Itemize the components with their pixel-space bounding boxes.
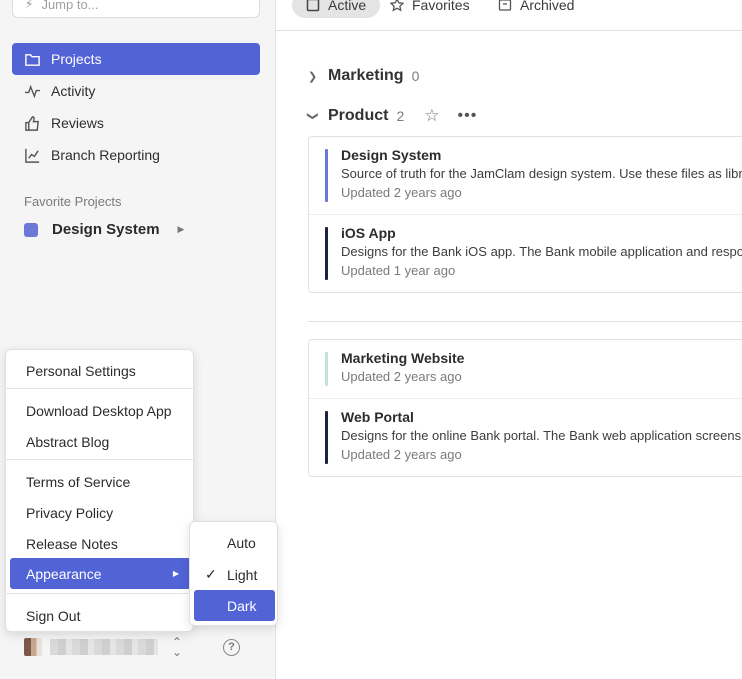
account-menu: Personal Settings Download Desktop App A…	[5, 349, 195, 632]
menu-item-download-desktop-app[interactable]: Download Desktop App	[6, 395, 195, 426]
menu-item-personal-settings[interactable]: Personal Settings	[6, 355, 195, 386]
sidebar-item-label: Activity	[51, 83, 96, 99]
tab-label: Favorites	[412, 0, 470, 13]
user-name-redacted	[50, 639, 158, 655]
option-label: Dark	[227, 597, 257, 614]
product-projects-card: Design System Source of truth for the Ja…	[308, 136, 742, 293]
appearance-option-light[interactable]: ✓ Light	[194, 559, 275, 590]
menu-item-terms-of-service[interactable]: Terms of Service	[6, 466, 195, 497]
project-updated: Updated 1 year ago	[341, 263, 456, 278]
tab-label: Active	[328, 0, 367, 13]
section-divider	[308, 321, 742, 322]
section-count: 2	[396, 108, 405, 124]
project-updated: Updated 2 years ago	[341, 369, 462, 384]
list-item[interactable]: Design System Source of truth for the Ja…	[309, 137, 742, 215]
sidebar-item-reviews[interactable]: Reviews	[12, 107, 260, 139]
other-projects-card: Marketing Website Updated 2 years ago We…	[308, 339, 742, 477]
user-account-switcher[interactable]: ⌃ ⌄ ?	[24, 636, 260, 658]
tab-favorites[interactable]: Favorites	[376, 0, 484, 18]
menu-separator	[6, 459, 195, 460]
project-color-swatch	[24, 222, 38, 237]
avatar	[24, 638, 42, 656]
folder-icon	[25, 53, 40, 66]
project-color-bar	[325, 227, 328, 280]
star-icon	[390, 0, 404, 12]
main-content: Active Favorites Archived ❯ Marketing 0 …	[276, 0, 742, 679]
menu-item-appearance[interactable]: Appearance ▶	[10, 558, 191, 589]
tab-archived[interactable]: Archived	[484, 0, 588, 18]
option-label: Auto	[227, 534, 256, 551]
project-updated: Updated 2 years ago	[341, 447, 462, 462]
sidebar-item-label: Projects	[51, 51, 102, 67]
project-description: Designs for the online Bank portal. The …	[341, 428, 742, 443]
tab-label: Archived	[520, 0, 575, 13]
chart-icon	[25, 148, 40, 163]
sidebar-nav: Projects Activity Reviews Branch Reporti…	[12, 43, 260, 171]
project-name: Design System	[341, 147, 442, 163]
chevron-up-down-icon[interactable]: ⌃ ⌄	[172, 636, 182, 658]
menu-item-privacy-policy[interactable]: Privacy Policy	[6, 497, 195, 528]
jump-to-input[interactable]	[41, 0, 232, 12]
menu-item-label: Appearance	[26, 565, 102, 582]
appearance-submenu: Auto ✓ Light Dark	[189, 521, 278, 626]
bolt-icon: ⚡︎	[25, 0, 34, 11]
section-count: 0	[411, 68, 420, 84]
caret-right-icon[interactable]: ▶	[178, 224, 185, 235]
sidebar-item-label: Branch Reporting	[51, 147, 160, 163]
archive-icon	[498, 0, 512, 11]
star-icon[interactable]: ☆	[424, 106, 439, 126]
sidebar-item-branch-reporting[interactable]: Branch Reporting	[12, 139, 260, 171]
square-icon	[306, 0, 320, 12]
project-name: iOS App	[341, 225, 396, 241]
appearance-option-dark[interactable]: Dark	[194, 590, 275, 621]
project-color-bar	[325, 352, 328, 386]
project-updated: Updated 2 years ago	[341, 185, 462, 200]
favorite-projects-heading: Favorite Projects	[24, 194, 122, 209]
project-color-bar	[325, 149, 328, 202]
project-tabs: Active Favorites Archived	[276, 0, 742, 31]
appearance-option-auto[interactable]: Auto	[194, 527, 275, 558]
project-description: Designs for the Bank iOS app. The Bank m…	[341, 244, 742, 259]
menu-item-sign-out[interactable]: Sign Out	[6, 600, 195, 631]
sidebar-item-projects[interactable]: Projects	[12, 43, 260, 75]
menu-separator	[6, 388, 195, 389]
project-name: Web Portal	[341, 409, 414, 425]
tab-active[interactable]: Active	[292, 0, 381, 18]
caret-right-icon: ▶	[172, 569, 179, 578]
sidebar-item-label: Reviews	[51, 115, 104, 131]
favorite-project-label: Design System	[52, 221, 160, 238]
list-item[interactable]: Web Portal Designs for the online Bank p…	[309, 399, 742, 476]
menu-separator	[6, 593, 195, 594]
more-options-icon[interactable]: •••	[458, 107, 478, 125]
menu-item-release-notes[interactable]: Release Notes	[6, 528, 195, 559]
section-marketing[interactable]: ❯ Marketing 0	[308, 67, 419, 85]
section-title: Product	[328, 107, 389, 124]
menu-item-abstract-blog[interactable]: Abstract Blog	[6, 426, 195, 457]
chevron-down-icon[interactable]: ❯	[307, 111, 320, 121]
sidebar-item-activity[interactable]: Activity	[12, 75, 260, 107]
list-item[interactable]: iOS App Designs for the Bank iOS app. Th…	[309, 215, 742, 292]
list-item[interactable]: Marketing Website Updated 2 years ago	[309, 340, 742, 399]
option-label: Light	[227, 566, 258, 583]
help-icon[interactable]: ?	[223, 638, 240, 656]
section-product[interactable]: ❯ Product 2 ☆ •••	[307, 106, 478, 126]
activity-icon	[24, 84, 41, 98]
project-name: Marketing Website	[341, 350, 465, 366]
project-description: Source of truth for the JamClam design s…	[341, 166, 742, 181]
thumbs-up-icon	[25, 115, 39, 131]
section-title: Marketing	[328, 67, 404, 84]
checkmark-icon: ✓	[205, 566, 217, 582]
project-color-bar	[325, 411, 328, 464]
jump-to-search[interactable]: ⚡︎	[12, 0, 260, 18]
chevron-right-icon[interactable]: ❯	[308, 70, 318, 83]
favorite-project-design-system[interactable]: Design System ▶	[24, 221, 184, 238]
